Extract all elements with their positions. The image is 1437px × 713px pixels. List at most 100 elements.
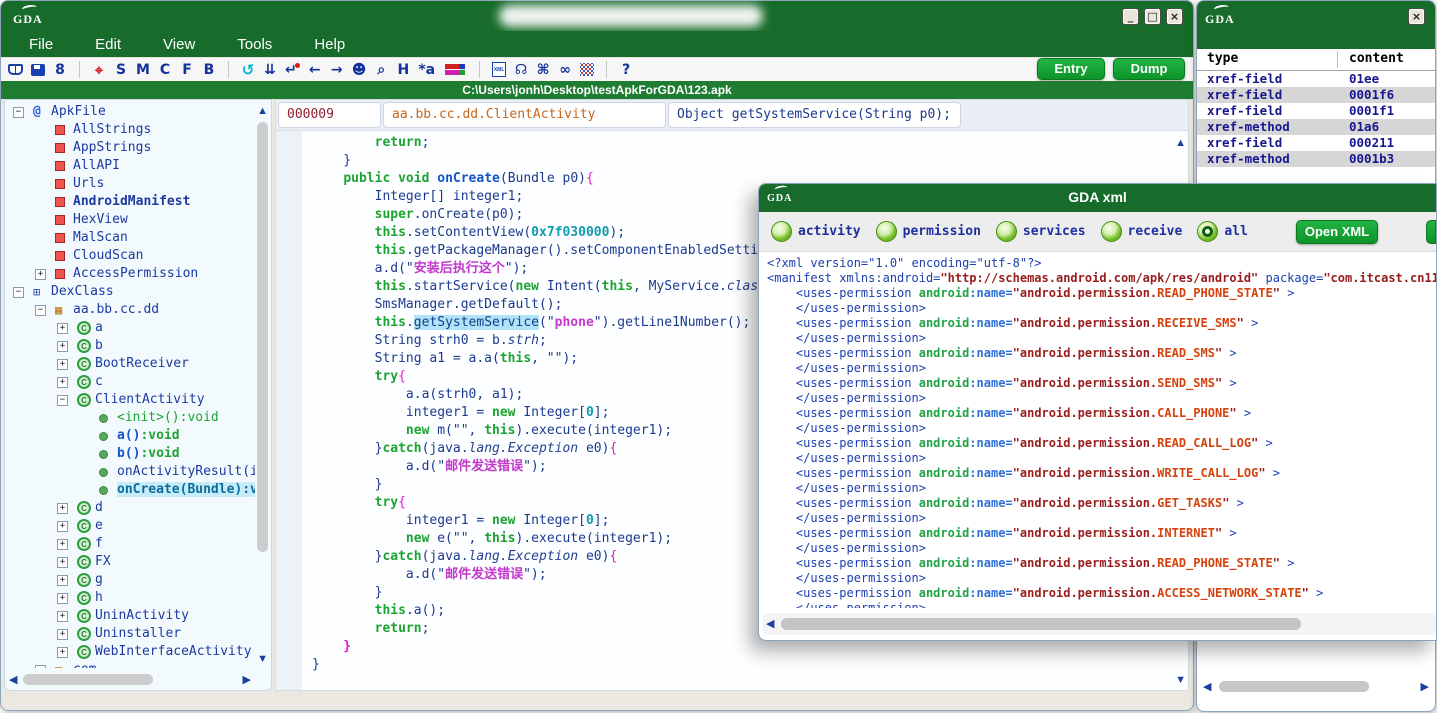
tree-item[interactable]: onCreate(Bundle):v (5, 481, 255, 499)
entry-button[interactable]: Entry (1037, 58, 1105, 80)
code-class-cell[interactable]: aa.bb.cc.dd.ClientActivity (383, 102, 666, 128)
tree-item[interactable]: +Cc (5, 373, 255, 391)
xref-scroll-right-icon[interactable]: ▶ (1421, 680, 1429, 693)
expander-plus-icon[interactable]: + (35, 269, 46, 280)
hex-icon[interactable]: H (396, 61, 410, 79)
expander-minus-icon[interactable]: − (57, 395, 68, 406)
xml-scroll-left-icon[interactable]: ◀ (766, 617, 774, 630)
jump-icon[interactable]: ↵ (285, 61, 300, 79)
string-decode-icon[interactable]: *a (418, 61, 435, 79)
partial-button[interactable] (1426, 220, 1436, 244)
expander-plus-icon[interactable]: + (57, 359, 68, 370)
tree-item[interactable]: +CBootReceiver (5, 355, 255, 373)
activity-radio-icon[interactable] (771, 221, 792, 242)
menu-tools[interactable]: Tools (237, 36, 272, 53)
tree-item[interactable]: +CUninActivity (5, 607, 255, 625)
pin-icon[interactable]: ⌖ (92, 61, 106, 79)
expander-plus-icon[interactable]: + (57, 647, 68, 658)
menu-edit[interactable]: Edit (95, 36, 121, 53)
unpack-icon[interactable]: ⇊ (263, 61, 277, 79)
receive-radio-icon[interactable] (1101, 221, 1122, 242)
tree-item[interactable]: +CUninstaller (5, 625, 255, 643)
tree-item[interactable]: +Ce (5, 517, 255, 535)
expander-plus-icon[interactable]: + (57, 593, 68, 604)
tab-activity[interactable]: activity (771, 221, 861, 242)
menu-help[interactable]: Help (314, 36, 345, 53)
tree-item[interactable]: +Ch (5, 589, 255, 607)
key-icon[interactable]: ∞ (558, 61, 572, 79)
xref-row[interactable]: xref-method01a6 (1197, 119, 1435, 135)
code-segment[interactable]: getSystemService (414, 315, 539, 330)
search-doc-icon[interactable]: ⌕ (374, 61, 388, 79)
forward-icon[interactable]: → (330, 61, 344, 79)
help-icon[interactable]: ? (619, 61, 633, 79)
save-icon[interactable] (31, 64, 45, 76)
tree-item[interactable]: +Cg (5, 571, 255, 589)
expander-plus-icon[interactable]: + (57, 629, 68, 640)
code-address-cell[interactable]: 000009 (278, 102, 381, 128)
tree-item[interactable]: AllStrings (5, 121, 255, 139)
xref-hscrollbar-thumb[interactable] (1219, 681, 1369, 692)
tree-item[interactable]: AndroidManifest (5, 193, 255, 211)
tree-item[interactable]: a():void (5, 427, 255, 445)
tree-item[interactable]: <init>():void (5, 409, 255, 427)
expander-plus-icon[interactable]: + (57, 539, 68, 550)
back-icon[interactable]: ← (308, 61, 322, 79)
column-divider[interactable] (1337, 51, 1338, 68)
xml-file-icon[interactable]: XML (492, 62, 506, 77)
tree-item[interactable]: −▦com (5, 661, 255, 668)
code-signature-cell[interactable]: Object getSystemService(String p0); (668, 102, 961, 128)
xref-row[interactable]: xref-field01ee (1197, 71, 1435, 87)
tree-item[interactable]: +Cf (5, 535, 255, 553)
expander-plus-icon[interactable]: + (57, 503, 68, 514)
tree-item[interactable]: AppStrings (5, 139, 255, 157)
tree-item[interactable]: +Cb (5, 337, 255, 355)
classes-icon[interactable]: C (158, 61, 172, 79)
tree-item[interactable]: −▦aa.bb.cc.dd (5, 301, 255, 319)
expander-plus-icon[interactable]: + (57, 377, 68, 388)
tree-scroll-down-icon[interactable]: ▼ (257, 653, 268, 665)
strings-icon[interactable]: S (114, 61, 128, 79)
history-icon[interactable]: ↺ (241, 61, 255, 79)
tree-item[interactable]: HexView (5, 211, 255, 229)
code-scroll-down-icon[interactable]: ▼ (1175, 674, 1186, 686)
tree-item[interactable]: onActivityResult(i (5, 463, 255, 481)
menu-view[interactable]: View (163, 36, 195, 53)
bytecode-icon[interactable]: B (202, 61, 216, 79)
color-blocks-icon[interactable] (445, 64, 459, 69)
tree-scroll-left-icon[interactable]: ◀ (9, 673, 17, 686)
expander-plus-icon[interactable]: + (57, 611, 68, 622)
expander-minus-icon[interactable]: − (13, 107, 24, 118)
tree-item[interactable]: Urls (5, 175, 255, 193)
minimize-button[interactable]: _ (1122, 8, 1139, 25)
command-icon[interactable]: ⌘ (536, 61, 550, 79)
services-radio-icon[interactable] (996, 221, 1017, 242)
maximize-button[interactable]: □ (1144, 8, 1161, 25)
close-button[interactable]: × (1166, 8, 1183, 25)
tab-services[interactable]: services (996, 221, 1086, 242)
tree-item[interactable]: CloudScan (5, 247, 255, 265)
xref-row[interactable]: xref-field0001f6 (1197, 87, 1435, 103)
expander-plus-icon[interactable]: + (57, 575, 68, 586)
close-button[interactable]: × (1408, 8, 1425, 25)
tree-item[interactable]: +CFX (5, 553, 255, 571)
open-file-icon[interactable] (8, 64, 23, 75)
dump-button[interactable]: Dump (1113, 58, 1185, 80)
tree-scroll-up-icon[interactable]: ▲ (257, 105, 268, 117)
all-radio-icon[interactable] (1197, 221, 1218, 242)
expander-minus-icon[interactable]: − (35, 305, 46, 316)
tree-item[interactable]: −CClientActivity (5, 391, 255, 409)
tab-permission[interactable]: permission (876, 221, 981, 242)
menu-file[interactable]: File (29, 36, 53, 53)
methods-icon[interactable]: M (136, 61, 150, 79)
expander-plus-icon[interactable]: + (57, 521, 68, 532)
permission-radio-icon[interactable] (876, 221, 897, 242)
expander-minus-icon[interactable]: − (35, 665, 46, 669)
xref-row[interactable]: xref-method0001b3 (1197, 151, 1435, 167)
tree-hscrollbar-thumb[interactable] (23, 674, 153, 685)
tree-item[interactable]: MalScan (5, 229, 255, 247)
tree-item[interactable]: +CWebInterfaceActivity (5, 643, 255, 661)
tree-item[interactable]: −@ApkFile (5, 103, 255, 121)
expander-minus-icon[interactable]: − (13, 287, 24, 298)
xref-row[interactable]: xref-field000211 (1197, 135, 1435, 151)
